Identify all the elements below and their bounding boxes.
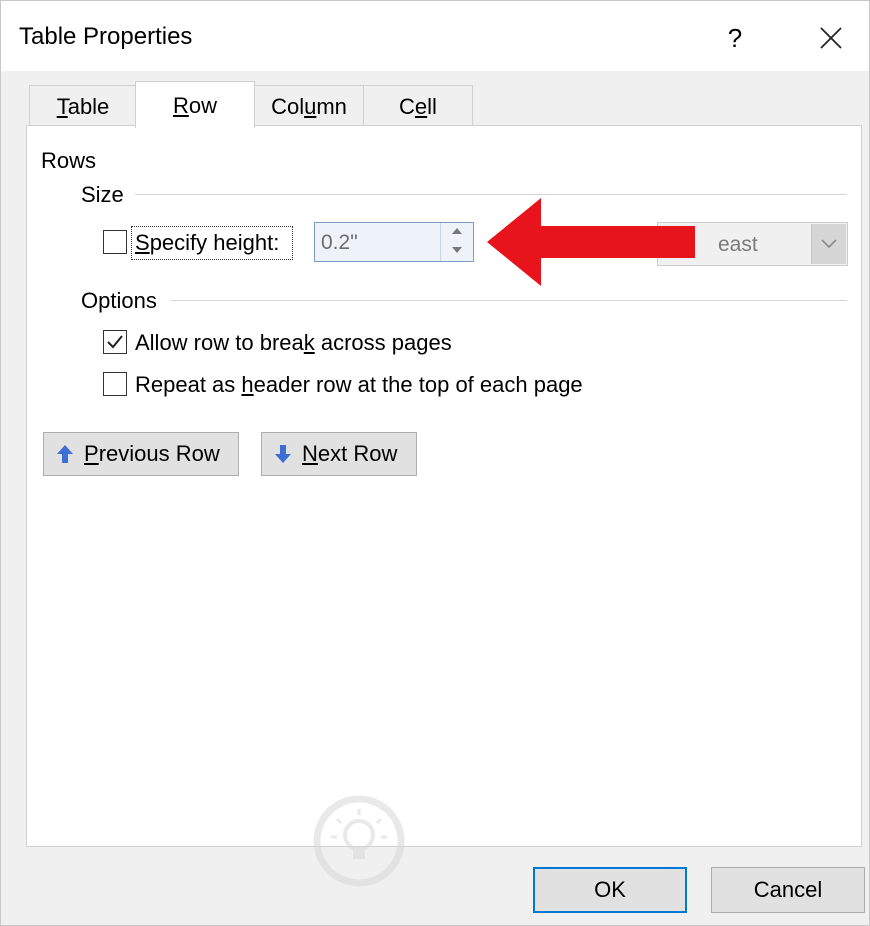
allow-break-checkbox[interactable] bbox=[103, 330, 127, 354]
repeat-header-label-rest: eader row at the top of each page bbox=[253, 372, 583, 397]
size-group-title: Size bbox=[81, 182, 124, 207]
title-bar: Table Properties ? bbox=[1, 1, 869, 71]
chevron-down-icon bbox=[452, 247, 462, 253]
repeat-header-label[interactable]: Repeat as header row at the top of each … bbox=[135, 372, 583, 398]
tab-table-mnemonic: T bbox=[56, 94, 68, 119]
height-spin-box[interactable]: 0.2" bbox=[314, 222, 474, 262]
next-row-label-text: ext Row bbox=[317, 441, 398, 466]
allow-break-label-pre: Allow row to brea bbox=[135, 330, 304, 355]
table-properties-dialog: Table Properties ? Table Row Column Cell… bbox=[0, 0, 870, 926]
options-group-title: Options bbox=[81, 288, 157, 313]
specify-height-checkbox[interactable] bbox=[103, 230, 127, 254]
next-row-label: Next Row bbox=[302, 433, 397, 475]
repeat-header-checkbox[interactable] bbox=[103, 372, 127, 396]
size-group-divider bbox=[135, 194, 847, 195]
tab-cell[interactable]: Cell bbox=[363, 85, 473, 127]
tab-row-label: ow bbox=[188, 93, 217, 118]
next-row-mnemonic: N bbox=[302, 441, 318, 466]
dialog-title: Table Properties bbox=[19, 23, 193, 50]
previous-row-button[interactable]: Previous Row bbox=[43, 432, 239, 476]
tab-column-mnemonic: u bbox=[304, 94, 317, 119]
dropdown-arrow-button[interactable] bbox=[811, 224, 846, 264]
previous-row-mnemonic: P bbox=[84, 441, 99, 466]
chevron-down-icon bbox=[821, 239, 837, 249]
repeat-header-mnemonic: h bbox=[241, 372, 254, 397]
tab-column-label: mn bbox=[316, 94, 347, 119]
allow-break-mnemonic: k bbox=[303, 330, 315, 355]
specify-height-mnemonic: S bbox=[135, 230, 150, 255]
options-group-divider bbox=[171, 300, 847, 301]
specify-height-label[interactable]: Specify height: bbox=[135, 230, 279, 256]
red-arrow-annotation-icon bbox=[487, 198, 695, 286]
specify-height-label-text: pecify height: bbox=[149, 230, 280, 255]
height-value: 0.2" bbox=[321, 231, 358, 254]
lightbulb-logo-icon bbox=[313, 795, 405, 887]
tab-column[interactable]: Column bbox=[253, 85, 365, 127]
previous-row-label: Previous Row bbox=[84, 433, 220, 475]
spin-down-button[interactable] bbox=[441, 242, 473, 261]
tab-cell-label-pre: C bbox=[399, 94, 415, 119]
previous-row-label-text: revious Row bbox=[98, 441, 220, 466]
arrow-up-icon bbox=[57, 445, 73, 463]
next-row-button[interactable]: Next Row bbox=[261, 432, 417, 476]
tab-table-label: able bbox=[67, 94, 110, 119]
allow-break-label[interactable]: Allow row to break across pages bbox=[135, 330, 452, 356]
rows-section-title: Rows bbox=[41, 148, 97, 173]
tab-cell-label: ll bbox=[427, 94, 437, 119]
tab-row[interactable]: Row bbox=[135, 81, 255, 128]
chevron-up-icon bbox=[452, 228, 462, 234]
help-button[interactable]: ? bbox=[709, 15, 761, 61]
tab-table[interactable]: Table bbox=[29, 85, 137, 127]
row-tab-panel: Rows Size Specify height: 0.2" east Opti… bbox=[26, 125, 862, 847]
watermark-logo bbox=[311, 791, 781, 901]
row-height-is-value: east bbox=[718, 233, 758, 256]
allow-break-label-rest: across pages bbox=[314, 330, 452, 355]
tab-row-mnemonic: R bbox=[172, 93, 189, 118]
close-button[interactable] bbox=[801, 15, 861, 61]
tab-cell-mnemonic: e bbox=[414, 94, 428, 119]
height-spin-buttons bbox=[440, 223, 473, 261]
tab-column-label-pre: Col bbox=[271, 94, 305, 119]
spin-up-button[interactable] bbox=[441, 223, 473, 242]
repeat-header-label-pre: Repeat as bbox=[135, 372, 242, 397]
arrow-down-icon bbox=[275, 445, 291, 463]
close-icon bbox=[820, 27, 842, 49]
checkmark-icon bbox=[107, 335, 123, 349]
